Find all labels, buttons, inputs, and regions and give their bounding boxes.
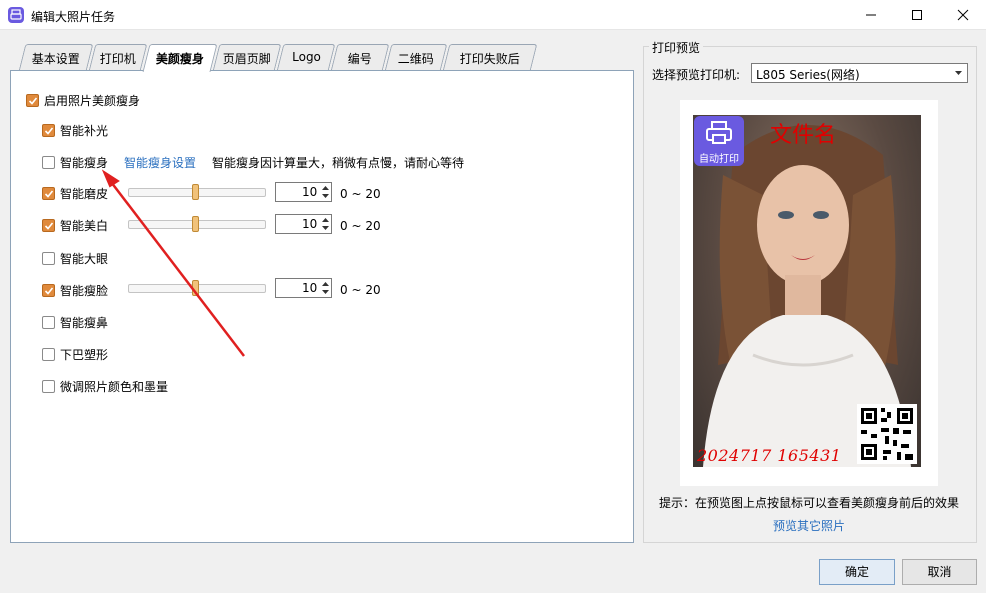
ok-button[interactable]: 确定 (819, 559, 895, 585)
chevron-down-icon (955, 71, 962, 75)
spinner-arrows-icon[interactable] (321, 184, 330, 200)
fill-light-label: 智能补光 (60, 123, 109, 138)
face-slim-label: 智能瘦脸 (60, 283, 109, 298)
nose-slim-checkbox[interactable] (42, 315, 55, 329)
enable-beauty-label: 启用照片美颜瘦身 (44, 93, 141, 108)
skin-smooth-checkbox[interactable] (42, 186, 55, 200)
enable-beauty-row[interactable]: 启用照片美颜瘦身 (26, 91, 140, 109)
face-slim-slider[interactable] (128, 280, 266, 296)
option-row-skin-smooth[interactable]: 智能磨皮 (42, 184, 108, 202)
window-title: 编辑大照片任务 (31, 10, 116, 24)
slider-thumb[interactable] (192, 280, 199, 296)
datetime-stamp-overlay: 2024717 165431 (697, 446, 842, 465)
skin-smooth-spinner[interactable]: 10 (275, 182, 332, 202)
whitening-label: 智能美白 (60, 218, 109, 233)
enable-beauty-checkbox[interactable] (26, 93, 39, 107)
option-row-body-slim[interactable]: 智能瘦身 智能瘦身设置 智能瘦身因计算量大，稍微有点慢，请耐心等待 (42, 153, 464, 171)
close-button[interactable] (940, 0, 986, 30)
minimize-button[interactable] (848, 0, 894, 30)
slider-thumb[interactable] (192, 216, 199, 232)
spinner-value: 10 (302, 185, 318, 199)
skin-smooth-label: 智能磨皮 (60, 186, 109, 201)
tab-logo[interactable]: Logo (276, 44, 336, 71)
qr-code-icon (857, 404, 917, 464)
printer-select-label: 选择预览打印机: (652, 68, 741, 82)
skin-smooth-slider[interactable] (128, 184, 266, 200)
whitening-checkbox[interactable] (42, 218, 55, 232)
big-eyes-label: 智能大眼 (60, 251, 109, 266)
tab-number[interactable]: 编号 (330, 44, 390, 71)
body-slim-hint: 智能瘦身因计算量大，稍微有点慢，请耐心等待 (212, 155, 465, 170)
body-slim-checkbox[interactable] (42, 155, 55, 169)
slider-thumb[interactable] (192, 184, 199, 200)
tab-qrcode[interactable]: 二维码 (384, 44, 448, 71)
option-row-face-slim[interactable]: 智能瘦脸 (42, 281, 108, 299)
color-ink-checkbox[interactable] (42, 379, 55, 393)
body-slim-settings-link[interactable]: 智能瘦身设置 (124, 154, 196, 171)
tab-printer[interactable]: 打印机 (88, 44, 148, 71)
big-eyes-checkbox[interactable] (42, 251, 55, 265)
option-row-fill-light[interactable]: 智能补光 (42, 121, 108, 139)
spinner-value: 10 (302, 281, 318, 295)
whitening-range: 0 ~ 20 (340, 219, 381, 233)
auto-print-logo-text: 自动打印 (699, 154, 739, 165)
face-slim-range: 0 ~ 20 (340, 283, 381, 297)
tab-basic-settings[interactable]: 基本设置 (18, 44, 94, 71)
printer-icon (706, 121, 732, 144)
beauty-settings-panel (10, 70, 634, 543)
tab-beauty[interactable]: 美颜瘦身 (142, 44, 218, 72)
face-slim-spinner[interactable]: 10 (275, 278, 332, 298)
print-preview-title: 打印预览 (649, 39, 704, 56)
skin-smooth-range: 0 ~ 20 (340, 187, 381, 201)
option-row-big-eyes[interactable]: 智能大眼 (42, 249, 108, 267)
whitening-spinner[interactable]: 10 (275, 214, 332, 234)
app-icon (8, 7, 24, 23)
spinner-value: 10 (302, 217, 318, 231)
tab-header-footer[interactable]: 页眉页脚 (212, 44, 282, 71)
nose-slim-label: 智能瘦鼻 (60, 315, 109, 330)
color-ink-label: 微调照片颜色和墨量 (60, 379, 169, 394)
option-row-color-ink[interactable]: 微调照片颜色和墨量 (42, 377, 168, 395)
body-slim-label: 智能瘦身 (60, 155, 109, 170)
preview-other-photos-link[interactable]: 预览其它照片 (773, 517, 845, 534)
chin-shape-checkbox[interactable] (42, 347, 55, 361)
preview-tip: 提示：在预览图上点按鼠标可以查看美颜瘦身前后的效果 (659, 496, 960, 510)
tab-print-failure[interactable]: 打印失败后 (442, 44, 538, 71)
printer-select-value: L805 Series(网络) (756, 68, 860, 82)
option-row-chin-shape[interactable]: 下巴塑形 (42, 345, 108, 363)
whitening-slider[interactable] (128, 216, 266, 232)
title-bar: 编辑大照片任务 (0, 0, 986, 30)
printer-select[interactable]: L805 Series(网络) (751, 63, 968, 83)
spinner-arrows-icon[interactable] (321, 216, 330, 232)
chin-shape-label: 下巴塑形 (60, 347, 109, 362)
cancel-button[interactable]: 取消 (902, 559, 977, 585)
option-row-whitening[interactable]: 智能美白 (42, 216, 108, 234)
spinner-arrows-icon[interactable] (321, 280, 330, 296)
face-slim-checkbox[interactable] (42, 283, 55, 297)
option-row-nose-slim[interactable]: 智能瘦鼻 (42, 313, 108, 331)
filename-overlay: 文件名 (770, 123, 837, 148)
fill-light-checkbox[interactable] (42, 123, 55, 137)
maximize-button[interactable] (894, 0, 940, 30)
